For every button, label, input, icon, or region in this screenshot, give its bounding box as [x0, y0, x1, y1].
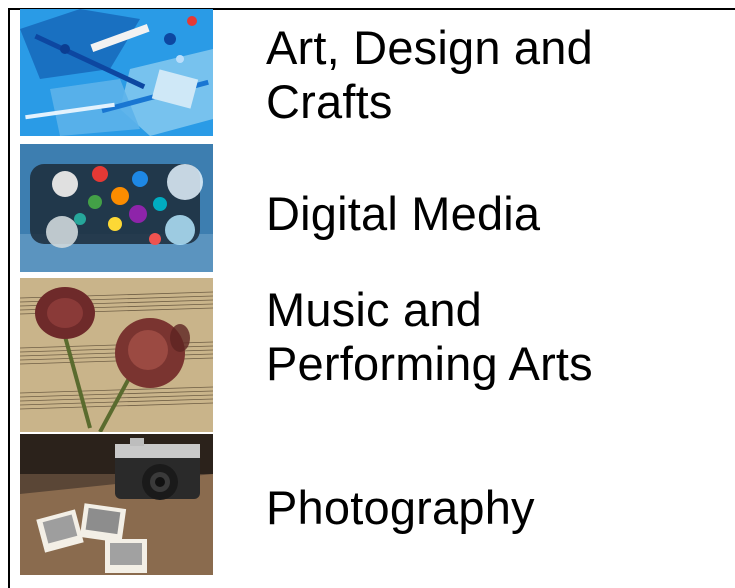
category-label-digital-media: Digital Media [266, 187, 541, 240]
category-label-photography: Photography [266, 481, 535, 534]
dried-roses-on-sheet-music-photo [20, 278, 213, 432]
category-label-music-performing-arts: Music and Performing Arts [266, 283, 593, 390]
category-row-music-performing-arts[interactable]: Music and Performing Arts [20, 278, 720, 432]
category-row-photography[interactable]: Photography [20, 434, 720, 575]
category-row-digital-media[interactable]: Digital Media [20, 144, 720, 272]
art-supplies-photo [20, 9, 213, 136]
category-label-art-design-crafts: Art, Design and Crafts [266, 21, 593, 128]
category-row-art-design-crafts[interactable]: Art, Design and Crafts [20, 9, 720, 136]
social-media-apps-photo [20, 144, 213, 272]
vintage-camera-and-polaroids-photo [20, 434, 213, 575]
